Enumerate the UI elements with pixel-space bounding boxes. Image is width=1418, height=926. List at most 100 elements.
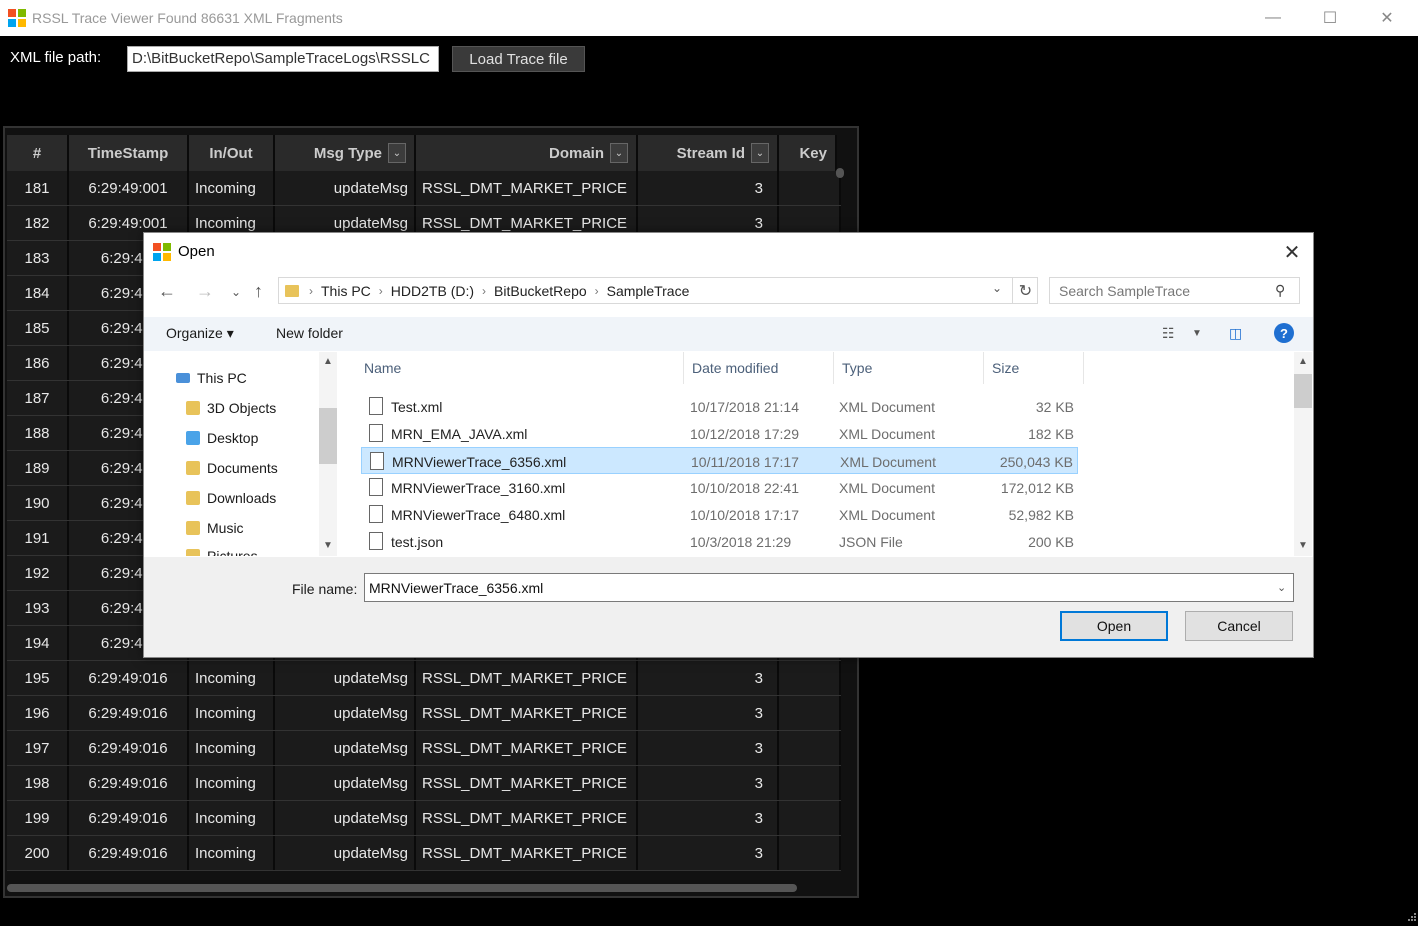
tree-item-label: Desktop [207,430,259,446]
chevron-down-icon[interactable]: ⌄ [388,143,406,163]
file-list-item[interactable]: MRNViewerTrace_6480.xml 10/10/2018 17:17 X… [361,501,1078,528]
scroll-up-icon[interactable]: ▲ [323,356,333,367]
dialog-close-button[interactable]: ✕ [1280,240,1304,264]
forward-arrow-icon[interactable]: → [196,281,214,302]
cell-number: 186 [7,346,69,380]
file-list-scroll-thumb[interactable] [1294,374,1312,408]
file-name-label: File name: [292,581,358,597]
refresh-icon[interactable]: ↻ [1012,277,1038,304]
table-row[interactable]: 198 6:29:49:016 Incoming updateMsg RSSL_DMT_… [7,766,841,801]
file-list-item[interactable]: Test.xml 10/17/2018 21:14 XML Document 32 K… [361,393,1078,420]
app-logo-icon [8,9,26,27]
column-header-date[interactable]: Date modified [684,352,834,384]
scroll-up-icon[interactable]: ▲ [1298,356,1308,367]
close-window-button[interactable]: ✕ [1358,0,1416,36]
table-row[interactable]: 197 6:29:49:016 Incoming updateMsg RSSL_DMT_… [7,731,841,766]
table-row[interactable]: 196 6:29:49:016 Incoming updateMsg RSSL_DMT_… [7,696,841,731]
breadcrumb-separator-icon[interactable]: › [379,284,383,298]
cell-domain: RSSL_DMT_MARKET_PRICE [416,661,638,695]
tree-item-documents[interactable]: Documents [186,460,278,476]
breadcrumb-this-pc[interactable]: This PC [321,283,371,299]
help-icon[interactable]: ? [1274,323,1294,343]
cell-number: 182 [7,206,69,240]
address-bar[interactable]: › This PC › HDD2TB (D:) › BitBucketRepo … [278,277,1038,304]
tree-item-3d-objects[interactable]: 3D Objects [186,400,276,416]
cancel-button[interactable]: Cancel [1185,611,1293,641]
table-row[interactable]: 199 6:29:49:016 Incoming updateMsg RSSL_DMT_… [7,801,841,836]
search-input[interactable]: Search SampleTrace [1049,277,1300,304]
recent-locations-chevron-icon[interactable]: ⌄ [231,285,241,299]
cell-streamid: 3 [638,696,779,730]
table-row[interactable]: 181 6:29:49:001 Incoming updateMsg RSSL_DMT_… [7,171,841,206]
tree-scroll-thumb[interactable] [319,408,337,464]
breadcrumb-separator-icon[interactable]: › [595,284,599,298]
column-header-streamid[interactable]: Stream Id ⌄ [638,135,779,171]
preview-pane-icon[interactable]: ◫ [1229,325,1242,342]
breadcrumb-separator-icon[interactable]: › [482,284,486,298]
chevron-down-icon[interactable]: ⌄ [610,143,628,163]
open-file-dialog: Open ✕ ← → ⌄ ↑ › This PC › HDD2TB (D:) ›… [143,232,1314,658]
cell-msgtype: updateMsg [275,171,416,205]
file-date: 10/10/2018 17:17 [690,507,799,523]
column-header-size[interactable]: Size [984,352,1084,384]
tree-scrollbar[interactable]: ▲ ▼ [319,352,337,556]
resize-grip-icon[interactable] [1405,912,1417,924]
breadcrumb-sampletrace[interactable]: SampleTrace [607,283,690,299]
file-size: 250,043 KB [999,454,1073,470]
cell-domain: RSSL_DMT_MARKET_PRICE [416,731,638,765]
cell-domain: RSSL_DMT_MARKET_PRICE [416,801,638,835]
scroll-down-icon[interactable]: ▼ [1298,540,1308,551]
column-header-number[interactable]: # [7,135,69,171]
path-input[interactable]: D:\BitBucketRepo\SampleTraceLogs\RSSLC [127,46,439,72]
tree-item-desktop[interactable]: Desktop [186,430,258,446]
column-header-msgtype[interactable]: Msg Type ⌄ [275,135,416,171]
cell-streamid: 3 [638,766,779,800]
column-header-type[interactable]: Type [834,352,984,384]
grid-horizontal-scrollbar[interactable] [7,884,797,892]
load-trace-button[interactable]: Load Trace file [452,46,585,72]
table-row[interactable]: 195 6:29:49:016 Incoming updateMsg RSSL_DMT_… [7,661,841,696]
back-arrow-icon[interactable]: ← [158,281,176,302]
file-list-scrollbar[interactable]: ▲ ▼ [1294,352,1312,556]
column-header-name[interactable]: Name [356,352,684,384]
view-options-icon[interactable]: ☷ [1162,325,1175,342]
file-name-dropdown-icon[interactable]: ⌄ [1277,581,1286,594]
file-list-item[interactable]: MRN_EMA_JAVA.xml 10/12/2018 17:29 XML Docu… [361,420,1078,447]
cell-domain: RSSL_DMT_MARKET_PRICE [416,836,638,870]
up-arrow-icon[interactable]: ↑ [254,281,263,302]
column-header-key[interactable]: Key [779,135,837,171]
cell-key [779,661,841,695]
scroll-down-icon[interactable]: ▼ [323,540,333,551]
breadcrumb-repo[interactable]: BitBucketRepo [494,283,587,299]
table-row[interactable]: 200 6:29:49:016 Incoming updateMsg RSSL_DMT_… [7,836,841,871]
cell-key [779,171,841,205]
breadcrumb-separator-icon[interactable]: › [309,284,313,298]
json-file-icon [369,532,383,550]
organize-menu[interactable]: Organize ▾ [166,325,234,342]
column-header-inout[interactable]: In/Out [189,135,275,171]
cell-timestamp: 6:29:49:001 [69,171,189,205]
breadcrumb-drive[interactable]: HDD2TB (D:) [391,283,474,299]
tree-item-music[interactable]: Music [186,520,244,536]
file-list-item[interactable]: test.json 10/3/2018 21:29 JSON File 200 KB [361,528,1078,555]
cell-number: 194 [7,626,69,660]
maximize-button[interactable]: ☐ [1301,0,1359,36]
column-header-domain[interactable]: Domain ⌄ [416,135,638,171]
minimize-button[interactable]: — [1244,0,1302,36]
tree-item-this-pc[interactable]: This PC [176,370,247,386]
tree-item-pictures[interactable]: Pictures [186,548,258,556]
search-icon[interactable]: ⚲ [1275,282,1285,299]
new-folder-button[interactable]: New folder [276,325,343,341]
grid-vertical-scrollbar[interactable] [836,168,844,178]
address-dropdown-icon[interactable]: ⌄ [992,281,1002,295]
chevron-down-icon[interactable]: ⌄ [751,143,769,163]
file-list-item[interactable]: MRNViewerTrace_3160.xml 10/10/2018 22:41 X… [361,474,1078,501]
cell-timestamp: 6:29:49:016 [69,766,189,800]
tree-item-downloads[interactable]: Downloads [186,490,276,506]
cell-domain: RSSL_DMT_MARKET_PRICE [416,696,638,730]
column-header-timestamp[interactable]: TimeStamp [69,135,189,171]
file-name-input[interactable]: MRNViewerTrace_6356.xml [364,573,1294,602]
view-chevron-down-icon[interactable]: ▼ [1192,328,1202,339]
file-list-item[interactable]: MRNViewerTrace_6356.xml 10/11/2018 17:17 X… [361,447,1078,474]
open-button[interactable]: Open [1060,611,1168,641]
